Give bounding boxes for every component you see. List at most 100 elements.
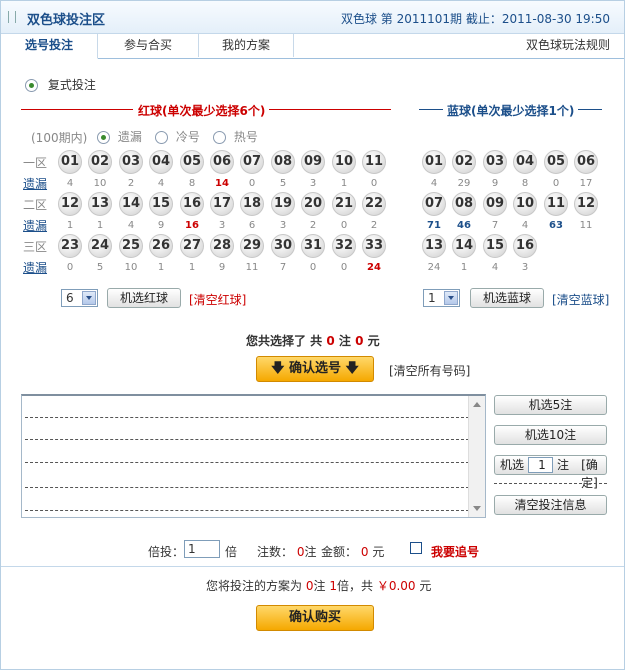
red-ball-21[interactable]: 21 <box>332 192 356 216</box>
red-ball-23[interactable]: 23 <box>58 234 82 258</box>
red-ball-04[interactable]: 04 <box>149 150 173 174</box>
red-ball-30[interactable]: 30 <box>271 234 295 258</box>
random-10-button[interactable]: 机选10注 <box>494 425 607 445</box>
red-ball-12[interactable]: 12 <box>58 192 82 216</box>
miss-link[interactable]: 遗漏 <box>23 217 47 234</box>
blue-ball-05[interactable]: 05 <box>544 150 568 174</box>
red-ball-22[interactable]: 22 <box>362 192 386 216</box>
red-ball-19[interactable]: 19 <box>271 192 295 216</box>
blue-ball-07[interactable]: 07 <box>422 192 446 216</box>
red-ball-07[interactable]: 07 <box>240 150 264 174</box>
red-ball-01[interactable]: 01 <box>58 150 82 174</box>
stat-option-hot[interactable]: 热号 <box>213 128 258 145</box>
clear-all-link[interactable]: [清空所有号码] <box>389 362 470 379</box>
blue-count-select[interactable]: 1 <box>423 289 460 307</box>
blue-ball-15[interactable]: 15 <box>483 234 507 258</box>
stat-option-miss[interactable]: 遗漏 <box>97 128 142 145</box>
chase-checkbox[interactable] <box>410 542 422 554</box>
blue-miss-count: 29 <box>457 178 471 189</box>
bet-line <box>25 487 469 488</box>
divider <box>1 566 624 567</box>
scroll-down-icon[interactable] <box>471 503 482 514</box>
stat-option-cold[interactable]: 冷号 <box>155 128 200 145</box>
confirm-selection-label: 确认选号 <box>288 361 341 376</box>
random-5-button[interactable]: 机选5注 <box>494 395 607 415</box>
red-ball-26[interactable]: 26 <box>149 234 173 258</box>
red-count-select[interactable]: 6 <box>61 289 98 307</box>
red-ball-15[interactable]: 15 <box>149 192 173 216</box>
blue-section-title: 蓝球(单次最少选择1个) <box>447 104 575 118</box>
red-ball-29[interactable]: 29 <box>240 234 264 258</box>
clear-red-link[interactable]: [清空红球] <box>189 291 246 308</box>
final-summary: 您将投注的方案为 0注 1倍，共 ￥0.00 元 <box>206 577 431 594</box>
red-ball-08[interactable]: 08 <box>271 150 295 174</box>
red-ball-31[interactable]: 31 <box>301 234 325 258</box>
random-red-button[interactable]: 机选红球 <box>107 288 181 308</box>
red-section-title: 红球(单次最少选择6个) <box>138 104 266 118</box>
red-ball-14[interactable]: 14 <box>119 192 143 216</box>
chase-label[interactable]: 我要追号 <box>431 543 479 560</box>
miss-link[interactable]: 遗漏 <box>23 175 47 192</box>
red-ball-03[interactable]: 03 <box>119 150 143 174</box>
red-miss-count: 0 <box>370 178 378 189</box>
miss-link[interactable]: 遗漏 <box>23 259 47 276</box>
red-ball-33[interactable]: 33 <box>362 234 386 258</box>
scroll-up-icon[interactable] <box>471 399 482 410</box>
red-ball-09[interactable]: 09 <box>301 150 325 174</box>
blue-ball-06[interactable]: 06 <box>574 150 598 174</box>
blue-ball-13[interactable]: 13 <box>422 234 446 258</box>
scrollbar[interactable] <box>468 396 485 517</box>
radio-icon[interactable] <box>213 131 226 144</box>
blue-ball-16[interactable]: 16 <box>513 234 537 258</box>
blue-ball-02[interactable]: 02 <box>452 150 476 174</box>
clear-blue-link[interactable]: [清空蓝球] <box>552 291 609 308</box>
red-ball-24[interactable]: 24 <box>88 234 112 258</box>
red-ball-32[interactable]: 32 <box>332 234 356 258</box>
red-ball-11[interactable]: 11 <box>362 150 386 174</box>
radio-icon[interactable] <box>25 79 38 92</box>
blue-ball-09[interactable]: 09 <box>483 192 507 216</box>
chevron-down-icon[interactable] <box>82 291 96 305</box>
bet-line <box>25 510 469 511</box>
red-ball-17[interactable]: 17 <box>210 192 234 216</box>
zone-label-1: 一区 <box>23 156 48 170</box>
red-ball-10[interactable]: 10 <box>332 150 356 174</box>
blue-ball-14[interactable]: 14 <box>452 234 476 258</box>
multiplier-input[interactable]: 1 <box>184 540 220 558</box>
red-ball-06[interactable]: 06 <box>210 150 234 174</box>
blue-ball-08[interactable]: 08 <box>452 192 476 216</box>
red-ball-05[interactable]: 05 <box>180 150 204 174</box>
blue-ball-04[interactable]: 04 <box>513 150 537 174</box>
bet-list[interactable] <box>21 394 486 518</box>
red-ball-20[interactable]: 20 <box>301 192 325 216</box>
radio-icon[interactable] <box>155 131 168 144</box>
blue-ball-03[interactable]: 03 <box>483 150 507 174</box>
tab-my-plans[interactable]: 我的方案 <box>199 34 294 57</box>
clear-bets-button[interactable]: 清空投注信息 <box>494 495 607 515</box>
radio-icon[interactable] <box>97 131 110 144</box>
confirm-purchase-button[interactable]: 确认购买 <box>256 605 374 631</box>
chevron-down-icon[interactable] <box>444 291 458 305</box>
tab-group-buy[interactable]: 参与合买 <box>98 34 199 57</box>
random-n-confirm[interactable]: [确定] <box>573 456 606 492</box>
tab-select-numbers[interactable]: 选号投注 <box>1 34 98 59</box>
red-ball-25[interactable]: 25 <box>119 234 143 258</box>
red-ball-02[interactable]: 02 <box>88 150 112 174</box>
blue-ball-11[interactable]: 11 <box>544 192 568 216</box>
random-n-prefix: 机选 <box>500 458 525 472</box>
red-ball-13[interactable]: 13 <box>88 192 112 216</box>
red-ball-16[interactable]: 16 <box>180 192 204 216</box>
red-ball-27[interactable]: 27 <box>180 234 204 258</box>
blue-ball-01[interactable]: 01 <box>422 150 446 174</box>
rules-link[interactable]: 双色球玩法规则 <box>526 34 610 57</box>
blue-ball-12[interactable]: 12 <box>574 192 598 216</box>
mode-option[interactable]: 复式投注 <box>25 76 96 93</box>
red-miss-count: 3 <box>279 220 287 231</box>
red-ball-28[interactable]: 28 <box>210 234 234 258</box>
confirm-selection-button[interactable]: 🡇 确认选号 🡇 <box>256 356 374 382</box>
red-ball-18[interactable]: 18 <box>240 192 264 216</box>
red-miss-count: 0 <box>248 178 256 189</box>
random-blue-button[interactable]: 机选蓝球 <box>470 288 544 308</box>
blue-ball-10[interactable]: 10 <box>513 192 537 216</box>
random-n-input[interactable]: 1 <box>528 457 553 473</box>
